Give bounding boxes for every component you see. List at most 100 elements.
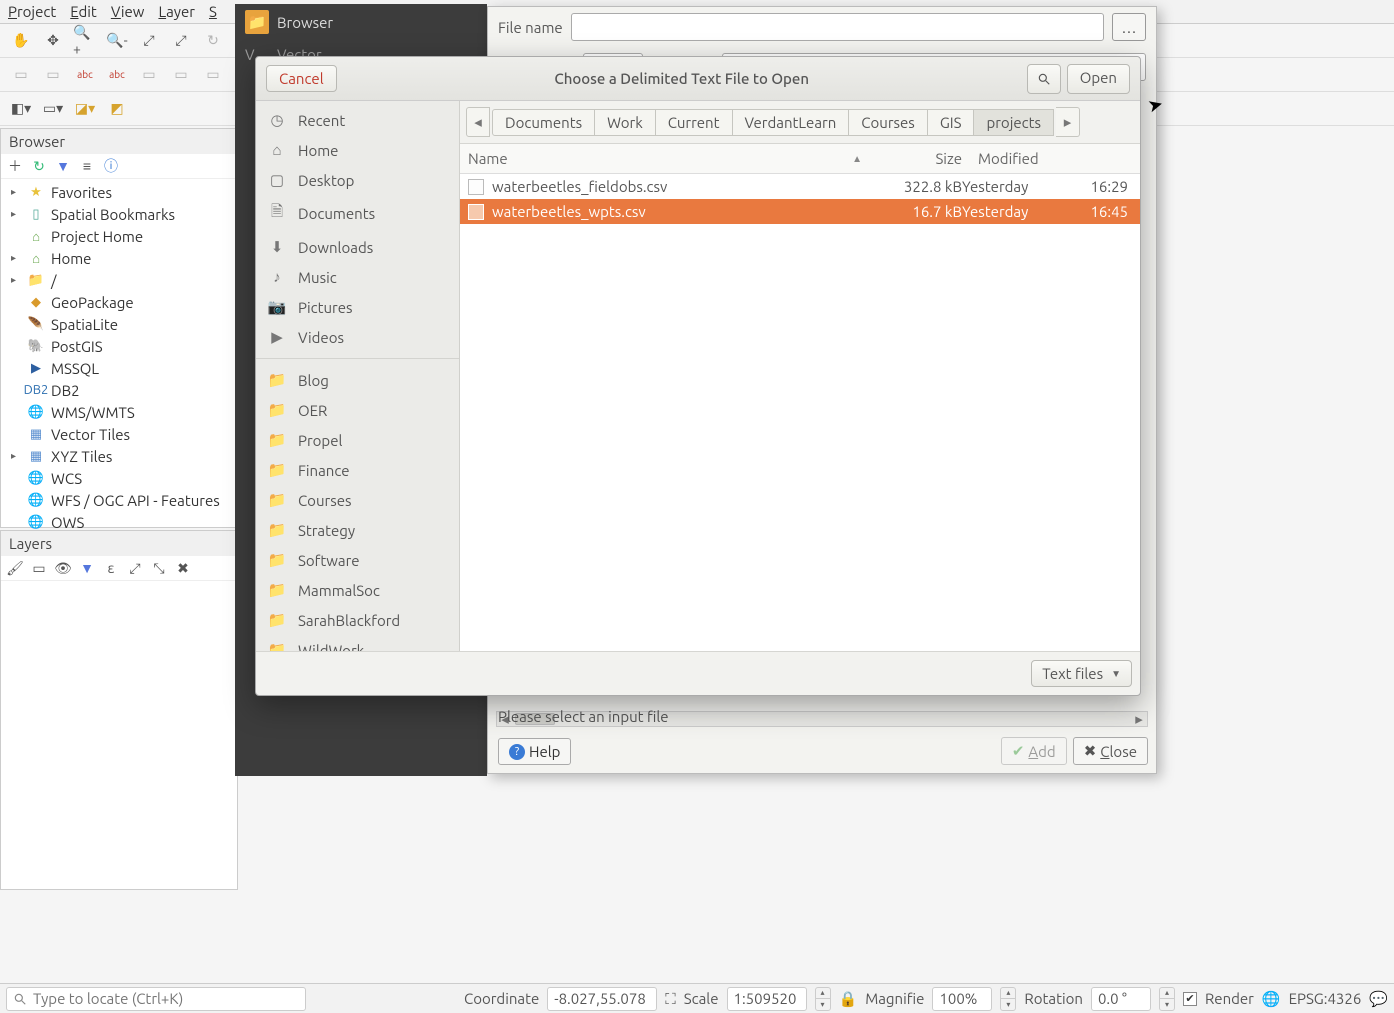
path-segment[interactable]: Courses [849,109,928,136]
place-item[interactable]: ♪Music [256,262,459,292]
place-item[interactable]: ⬇Downloads [256,232,459,262]
place-item[interactable]: ▶Videos [256,322,459,352]
scale-field[interactable]: 1:509520 [727,987,807,1011]
refresh-icon[interactable]: ↻ [29,156,49,176]
place-item[interactable]: 📁Courses [256,485,459,515]
menu-project[interactable]: Project [8,3,56,20]
browser-tree-item[interactable]: 🐘PostGIS [1,335,237,357]
file-row[interactable]: waterbeetles_wpts.csv16.7 kBYesterday16:… [460,199,1140,224]
browser-tree-item[interactable]: ▸⌂Home [1,247,237,269]
browser-tree-item[interactable]: ⌂Project Home [1,225,237,247]
menu-more[interactable]: S [209,3,217,20]
browser-tree-item[interactable]: 🌐WMS/WMTS [1,401,237,423]
label-abc2-icon[interactable]: abc [104,62,130,88]
path-segment[interactable]: Work [595,109,656,136]
zoom-selection-icon[interactable]: ⤢ [168,28,194,54]
label-abc-icon[interactable]: abc [72,62,98,88]
close-button[interactable]: ✖ Close [1073,737,1148,765]
place-item[interactable]: 📁OER [256,395,459,425]
expand-icon[interactable]: ⤢ [125,558,145,578]
place-item[interactable]: 📁Strategy [256,515,459,545]
path-segment[interactable]: Current [656,109,733,136]
browser-tree-item[interactable]: ▶MSSQL [1,357,237,379]
refresh-icon[interactable]: ↻ [200,28,226,54]
add-group-icon[interactable]: ▭ [29,558,49,578]
path-forward-button[interactable]: ▸ [1056,107,1080,137]
label-tool-4-icon[interactable]: ▭ [168,62,194,88]
place-item[interactable]: 📁WildWork [256,635,459,651]
place-item[interactable]: 📷Pictures [256,292,459,322]
filter-icon[interactable]: ▼ [53,156,73,176]
expr-icon[interactable]: ε [101,558,121,578]
browse-file-button[interactable]: … [1112,13,1146,41]
place-item[interactable]: 📁SarahBlackford [256,605,459,635]
browser-tree-item[interactable]: DB2DB2 [1,379,237,401]
file-name-input[interactable] [571,13,1104,41]
label-tool-3-icon[interactable]: ▭ [136,62,162,88]
browser-tree-item[interactable]: 🌐WFS / OGC API - Features [1,489,237,511]
place-item[interactable]: 📁Propel [256,425,459,455]
rotation-field[interactable]: 0.0 ° [1091,987,1151,1011]
zoom-out-icon[interactable]: 🔍- [104,28,130,54]
browser-tree-item[interactable]: ▸📁/ [1,269,237,291]
collapse-all-icon[interactable]: ⤡ [149,558,169,578]
browser-tree-item[interactable]: ▦Vector Tiles [1,423,237,445]
layer-tool-3-icon[interactable]: ◪▾ [72,96,98,122]
path-segment[interactable]: VerdantLearn [733,109,850,136]
path-segment[interactable]: projects [974,109,1054,136]
browser-tree-item[interactable]: ▸★Favorites [1,181,237,203]
coordinate-field[interactable]: -8.027,55.078 [547,987,657,1011]
file-type-filter[interactable]: Text files ▼ [1031,660,1132,687]
browser-tree-item[interactable]: ▸▯Spatial Bookmarks [1,203,237,225]
place-item[interactable]: 📁Finance [256,455,459,485]
collapse-icon[interactable]: ≡ [77,156,97,176]
path-back-button[interactable]: ◂ [466,107,490,137]
search-button[interactable] [1027,64,1061,94]
menu-view[interactable]: View [111,3,145,20]
path-segment[interactable]: Documents [492,109,595,136]
label-tool-1-icon[interactable]: ▭ [8,62,34,88]
label-tool-5-icon[interactable]: ▭ [200,62,226,88]
extents-icon[interactable]: ⛶ [665,990,676,1008]
menu-layer[interactable]: Layer [158,3,195,20]
crs-icon[interactable]: 🌐 [1262,990,1281,1008]
zoom-in-icon[interactable]: 🔍+ [72,28,98,54]
rotation-spinner[interactable]: ▴▾ [1159,987,1175,1011]
layer-tool-4-icon[interactable]: ◩ [104,96,130,122]
pan-selection-icon[interactable]: ✥ [40,28,66,54]
column-modified[interactable]: Modified [970,144,1140,173]
properties-icon[interactable]: ⓘ [101,156,121,176]
column-size[interactable]: Size [870,144,970,173]
add-icon[interactable]: ＋ [5,156,25,176]
pan-icon[interactable]: ✋ [8,28,34,54]
path-segment[interactable]: GIS [928,109,975,136]
browser-tree-item[interactable]: ◆GeoPackage [1,291,237,313]
file-row[interactable]: waterbeetles_fieldobs.csv322.8 kBYesterd… [460,174,1140,199]
messages-icon[interactable]: 💬 [1369,990,1388,1008]
label-tool-2-icon[interactable]: ▭ [40,62,66,88]
locator-search[interactable] [6,987,306,1011]
locator-input[interactable] [33,990,299,1007]
menu-edit[interactable]: Edit [70,3,97,20]
browser-tree-item[interactable]: 🌐WCS [1,467,237,489]
cancel-button[interactable]: Cancel [266,65,337,92]
render-checkbox[interactable]: ✔ [1183,992,1197,1006]
lock-icon[interactable]: 🔒 [839,990,858,1008]
layer-tool-1-icon[interactable]: ◧▾ [8,96,34,122]
browser-tree-item[interactable]: 🪶SpatiaLite [1,313,237,335]
magnifier-field[interactable]: 100% [932,987,992,1011]
add-button[interactable]: ✔ Add [1001,737,1067,765]
scale-spinner[interactable]: ▴▾ [815,987,831,1011]
magnifier-spinner[interactable]: ▴▾ [1000,987,1016,1011]
browser-tree-item[interactable]: ▸▦XYZ Tiles [1,445,237,467]
help-button[interactable]: ? Help [498,738,571,765]
zoom-full-icon[interactable]: ⤢ [136,28,162,54]
scroll-right-icon[interactable]: ▸ [1131,712,1147,726]
place-item[interactable]: 🗎Documents [256,195,459,232]
remove-icon[interactable]: ✖ [173,558,193,578]
place-item[interactable]: ◷Recent [256,105,459,135]
place-item[interactable]: ⌂Home [256,135,459,165]
filter-legend-icon[interactable]: ▼ [77,558,97,578]
visibility-icon[interactable]: 👁 [53,558,73,578]
style-icon[interactable]: 🖌 [5,558,25,578]
